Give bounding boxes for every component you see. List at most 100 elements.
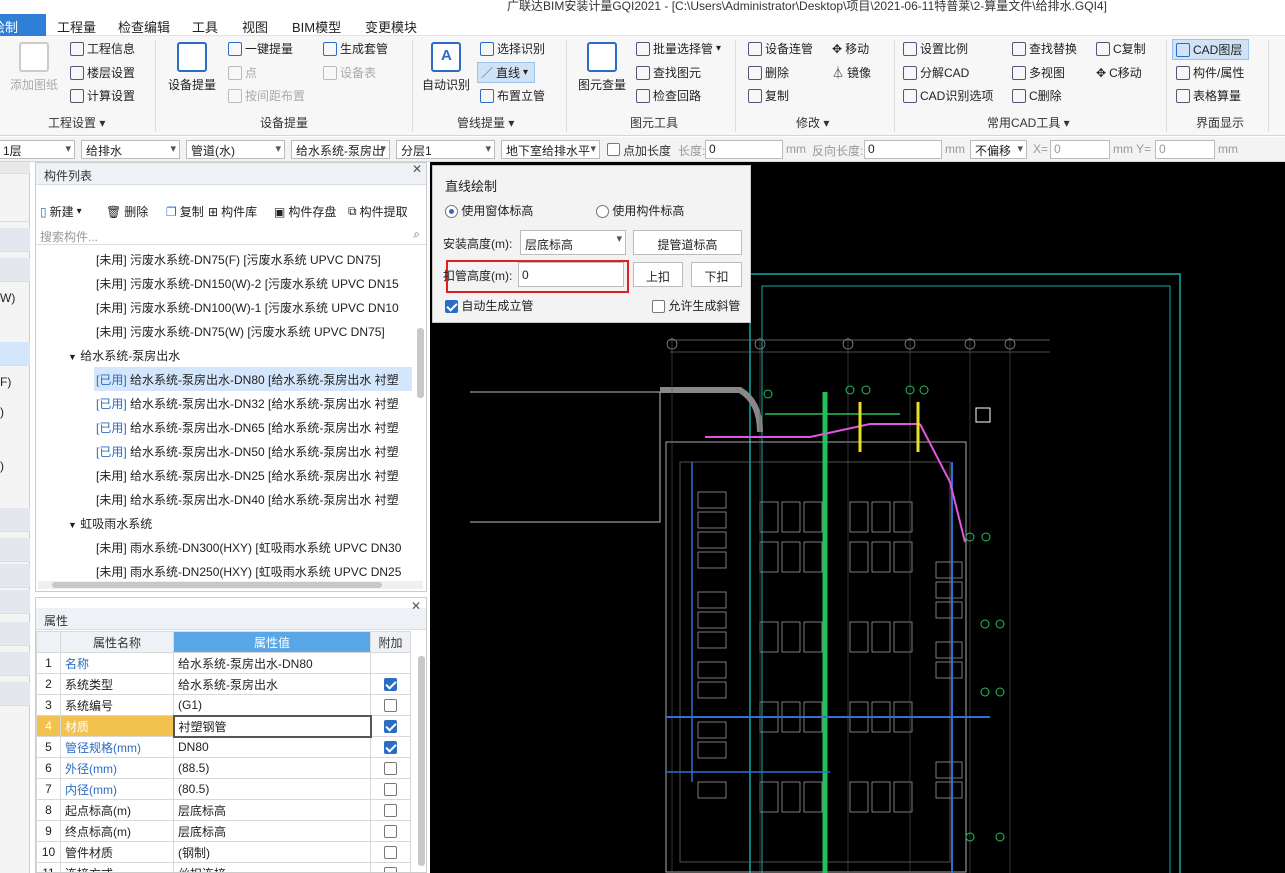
extra-checkbox[interactable] <box>384 804 397 818</box>
check-loop-button[interactable]: 检查回路 <box>636 87 701 104</box>
table-row[interactable]: 2 系统类型 给水系统-泵房出水 <box>36 673 411 695</box>
nav-strip-item[interactable] <box>0 682 30 706</box>
nav-strip-item[interactable]: ) <box>0 400 30 424</box>
property-value[interactable]: DN80 <box>173 736 371 758</box>
select-recognize-button[interactable]: 选择识别 <box>480 40 545 57</box>
group-label-project[interactable]: 工程设置 ▾ <box>48 114 105 131</box>
table-row[interactable]: 6 外径(mm) (88.5) <box>36 757 411 779</box>
nav-strip-item[interactable] <box>0 564 30 588</box>
lift-pipe-elevation-button[interactable]: 提管道标高 <box>633 230 742 255</box>
riser-layout-button[interactable]: 布置立管 <box>480 87 545 104</box>
nav-strip-item[interactable] <box>0 590 30 614</box>
nav-strip-item-f[interactable]: F) <box>0 370 30 394</box>
property-value[interactable]: 层底标高 <box>173 799 371 821</box>
nav-strip-item[interactable] <box>0 228 30 252</box>
line-button[interactable]: ／直线 ▾ <box>477 62 536 83</box>
component-save-button[interactable]: ▣ 构件存盘 <box>274 203 336 220</box>
property-value[interactable]: (80.5) <box>173 778 371 800</box>
floor-select[interactable]: 1层 <box>0 140 75 159</box>
pipe-select[interactable]: 地下室给排水平 <box>501 140 600 159</box>
copy-component-button[interactable]: ❐ 复制 <box>166 203 204 220</box>
table-row[interactable]: 3 系统编号 (G1) <box>36 694 411 716</box>
extra-checkbox[interactable] <box>384 867 397 872</box>
component-library-button[interactable]: ⊞ 构件库 <box>208 203 257 220</box>
c-delete-button[interactable]: C删除 <box>1012 87 1062 104</box>
cad-recognize-options-button[interactable]: CAD识别选项 <box>903 87 993 104</box>
extra-checkbox[interactable] <box>384 825 397 839</box>
list-item[interactable]: [未用] 雨水系统-DN250(HXY) [虹吸雨水系统 UPVC DN25 <box>96 559 414 583</box>
table-row[interactable]: 10 管件材质 (钢制) <box>36 841 411 863</box>
extra-checkbox[interactable] <box>384 741 397 755</box>
add-drawing-button[interactable]: 添加图纸 <box>10 42 58 93</box>
auto-riser-checkbox[interactable]: 自动生成立管 <box>445 297 533 314</box>
table-row[interactable]: 5 管径规格(mm) DN80 <box>36 736 411 758</box>
device-table-button[interactable]: 设备表 <box>323 64 376 81</box>
interval-layout-button[interactable]: 按间距布置 <box>228 87 305 104</box>
property-value[interactable]: 衬塑钢管 <box>172 714 372 738</box>
table-row[interactable]: 11连接方式丝扣连接 <box>36 862 411 872</box>
group-label-cad-tools[interactable]: 常用CAD工具 ▾ <box>987 114 1070 131</box>
buckle-height-input[interactable]: 0 <box>518 262 624 287</box>
device-quantity-button[interactable]: 设备提量 <box>168 42 216 93</box>
list-item[interactable]: [已用] 给水系统-泵房出水-DN80 [给水系统-泵房出水 衬塑 <box>94 367 412 391</box>
length-input[interactable]: 0 <box>705 140 783 159</box>
nav-strip-item[interactable] <box>0 508 30 532</box>
list-item[interactable]: [未用] 雨水系统-DN300(HXY) [虹吸雨水系统 UPVC DN30 <box>96 535 414 559</box>
y-input[interactable]: 0 <box>1155 140 1215 159</box>
list-item[interactable]: [未用] 污废水系统-DN150(W)-2 [污废水系统 UPVC DN15 <box>96 271 414 295</box>
close-icon[interactable]: ✕ <box>411 599 421 613</box>
list-item[interactable]: [已用] 给水系统-泵房出水-DN50 [给水系统-泵房出水 衬塑 <box>96 439 414 463</box>
layer-select[interactable]: 分层1 <box>396 140 495 159</box>
find-replace-button[interactable]: 查找替换 <box>1012 40 1077 57</box>
list-item[interactable]: [已用] 给水系统-泵房出水-DN32 [给水系统-泵房出水 衬塑 <box>96 391 414 415</box>
menu-tools[interactable]: 工具 <box>192 17 218 36</box>
generate-sleeve-button[interactable]: 生成套管 <box>323 40 388 57</box>
property-value[interactable]: (88.5) <box>173 757 371 779</box>
component-elevation-radio[interactable]: 使用构件标高 <box>596 202 684 219</box>
discipline-select[interactable]: 给排水 <box>81 140 180 159</box>
table-row[interactable]: 9 终点标高(m) 层底标高 <box>36 820 411 842</box>
nav-strip-item[interactable] <box>0 652 30 676</box>
property-value[interactable]: (钢制) <box>173 841 371 863</box>
extra-checkbox[interactable] <box>384 846 397 860</box>
type-select[interactable]: 管道(水) <box>186 140 285 159</box>
property-value[interactable]: (G1) <box>173 694 371 716</box>
add-length-checkbox[interactable] <box>607 143 620 156</box>
menu-draw-active[interactable]: 绘制 <box>0 14 46 36</box>
auto-recognize-button[interactable]: A 自动识别 <box>422 42 470 93</box>
extra-checkbox[interactable] <box>384 678 397 692</box>
property-value[interactable]: 层底标高 <box>173 820 371 842</box>
menu-view[interactable]: 视图 <box>242 17 268 36</box>
tree-group[interactable]: ▼ 给水系统-泵房出水 <box>68 343 180 367</box>
menu-change-module[interactable]: 变更模块 <box>365 17 417 36</box>
delete-button[interactable]: 删除 <box>748 64 789 81</box>
component-search-input[interactable]: 搜索构件... ⌕ <box>36 225 426 245</box>
explode-cad-button[interactable]: 分解CAD <box>903 64 969 81</box>
tree-group[interactable]: ▼ 虹吸雨水系统 <box>68 511 152 535</box>
list-item[interactable]: [未用] 给水系统-泵房出水-DN25 [给水系统-泵房出水 衬塑 <box>96 463 414 487</box>
extra-checkbox[interactable] <box>384 720 398 734</box>
horizontal-scrollbar[interactable] <box>38 581 423 589</box>
nav-strip-item[interactable] <box>0 622 30 646</box>
menu-bim-model[interactable]: BIM模型 <box>292 17 341 36</box>
close-icon[interactable]: ✕ <box>412 162 422 176</box>
property-value[interactable]: 给水系统-泵房出水 <box>173 673 371 695</box>
batch-select-pipe-button[interactable]: 批量选择管 ▾ <box>636 40 721 57</box>
vertical-scrollbar[interactable] <box>418 656 425 866</box>
component-property-button[interactable]: 构件/属性 <box>1176 64 1244 81</box>
nav-strip-item[interactable]: ) <box>0 454 30 478</box>
property-value[interactable]: 丝扣连接 <box>173 862 371 872</box>
group-label-pipeline[interactable]: 管线提量 ▾ <box>457 114 514 131</box>
nav-strip-item[interactable] <box>0 258 30 282</box>
element-query-button[interactable]: 图元查量 <box>578 42 626 93</box>
install-height-select[interactable]: 层底标高 <box>520 230 626 255</box>
new-button[interactable]: ▯ 新建 ▾ <box>40 203 82 220</box>
copy-button[interactable]: 复制 <box>748 87 789 104</box>
x-input[interactable]: 0 <box>1050 140 1110 159</box>
one-key-quantity-button[interactable]: 一键提量 <box>228 40 293 57</box>
table-row[interactable]: 8 起点标高(m) 层底标高 <box>36 799 411 821</box>
floor-settings-button[interactable]: 楼层设置 <box>70 64 135 81</box>
c-copy-button[interactable]: C复制 <box>1096 40 1146 57</box>
group-label-modify[interactable]: 修改 ▾ <box>796 114 829 131</box>
nav-strip-item[interactable] <box>0 162 30 174</box>
